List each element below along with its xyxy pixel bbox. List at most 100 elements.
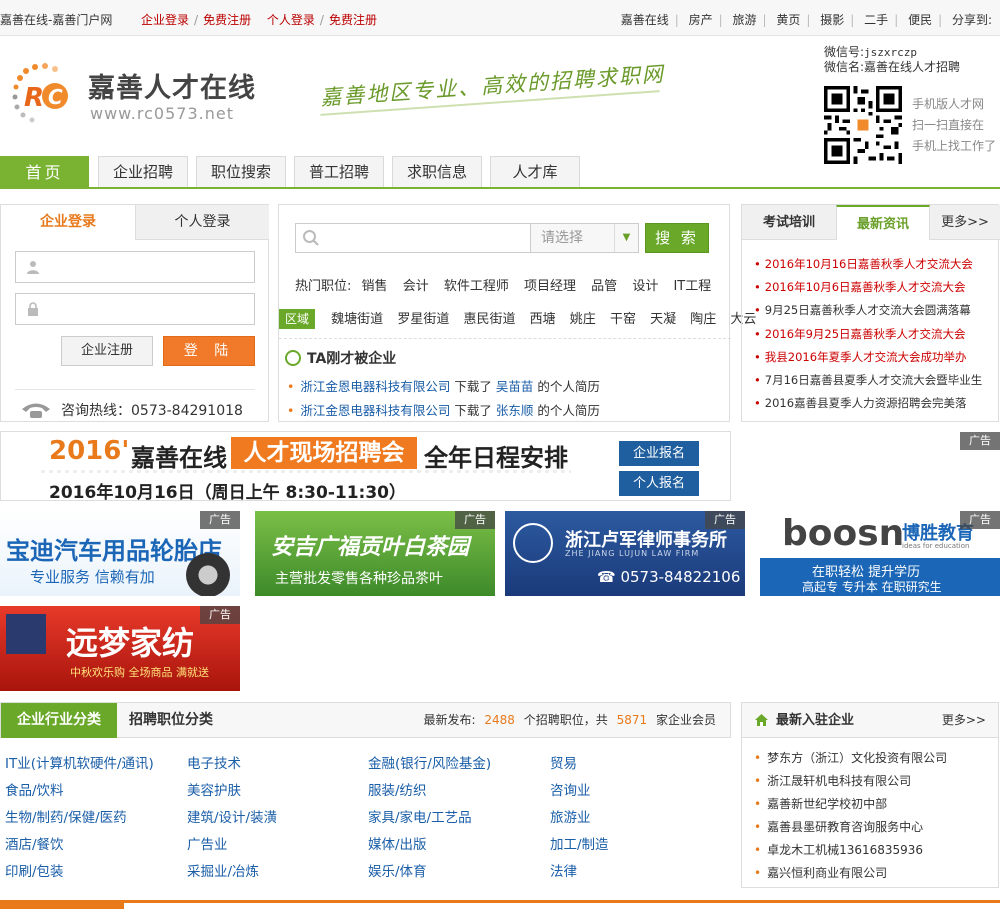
hot-job-link[interactable]: 品管 xyxy=(591,279,617,294)
username-input[interactable] xyxy=(15,251,255,283)
list-item[interactable]: • 梦东方（浙江）文化投资有限公司 xyxy=(754,747,947,770)
industry-link[interactable]: 食品/饮料 xyxy=(5,779,64,799)
top-nav-item[interactable]: 旅游 xyxy=(733,13,757,27)
logo-title[interactable]: 嘉善人才在线 xyxy=(88,66,256,105)
top-nav-item[interactable]: 黄页 xyxy=(776,13,800,27)
company-link[interactable]: 浙江金恩电器科技有限公司 xyxy=(300,403,450,418)
hot-job-link[interactable]: 会计 xyxy=(403,279,429,294)
top-nav-item[interactable]: 摄影 xyxy=(820,13,844,27)
hot-job-link[interactable]: 项目经理 xyxy=(524,279,576,294)
list-item[interactable]: • 浙江晟轩机电科技有限公司 xyxy=(754,770,947,793)
industry-link[interactable]: 家具/家电/工艺品 xyxy=(368,806,472,826)
list-item[interactable]: • 卓龙木工机械13616835936 xyxy=(754,839,947,862)
company-register-button[interactable]: 企业注册 xyxy=(61,336,153,366)
tab-latest-news[interactable]: 最新资讯 xyxy=(836,205,930,240)
top-nav-item[interactable]: 便民 xyxy=(908,13,932,27)
area-link[interactable]: 魏塘街道 xyxy=(331,312,383,327)
tab-company-login[interactable]: 企业登录 xyxy=(1,205,135,240)
personal-signup-button[interactable]: 个人报名 xyxy=(619,471,699,496)
top-nav-item[interactable]: 房产 xyxy=(689,13,713,27)
industry-link[interactable]: 酒店/餐饮 xyxy=(5,833,64,853)
industry-link[interactable]: 媒体/出版 xyxy=(368,833,427,853)
industry-link[interactable]: 美容护肤 xyxy=(187,779,241,799)
industry-link[interactable]: 采掘业/冶炼 xyxy=(187,860,259,880)
search-input[interactable] xyxy=(295,223,531,253)
industry-link[interactable]: 咨询业 xyxy=(550,779,591,799)
free-register-link[interactable]: 免费注册 xyxy=(203,13,251,27)
nav-tab-company-jobs[interactable]: 企业招聘 xyxy=(98,156,188,187)
share-label[interactable]: 分享到: xyxy=(952,13,992,27)
top-nav-item[interactable]: 二手 xyxy=(864,13,888,27)
list-item[interactable]: • 嘉善县墨研教育咨询服务中心 xyxy=(754,816,947,839)
list-item[interactable]: • 嘉兴恒利商业有限公司 xyxy=(754,862,947,885)
ad-tea-garden[interactable]: 安吉广福贡叶白茶园 主营批发零售各种珍品茶叶 广告 xyxy=(255,511,495,596)
company-signup-button[interactable]: 企业报名 xyxy=(619,441,699,466)
company-link[interactable]: 浙江晟轩机电科技有限公司 xyxy=(767,774,911,788)
industry-link[interactable]: 法律 xyxy=(550,860,577,880)
industry-link[interactable]: 广告业 xyxy=(187,833,228,853)
news-item-link[interactable]: 2016年10月16日嘉善秋季人才交流大会 xyxy=(765,257,973,271)
area-link[interactable]: 干窑 xyxy=(610,312,636,327)
person-link[interactable]: 吴苗苗 xyxy=(496,379,534,394)
company-link[interactable]: 浙江金恩电器科技有限公司 xyxy=(300,379,450,394)
search-button[interactable]: 搜 索 xyxy=(645,223,709,253)
industry-link[interactable]: 生物/制药/保健/医药 xyxy=(5,806,127,826)
nav-tab-talent-pool[interactable]: 人才库 xyxy=(490,156,580,187)
ad-tire-shop[interactable]: 宝迪汽车用品轮胎店 专业服务 信赖有加 广告 xyxy=(0,511,240,596)
tab-job-category[interactable]: 招聘职位分类 xyxy=(129,703,213,738)
job-fair-banner[interactable]: 2016' 嘉善在线 人才现场招聘会 全年日程安排 2016年10月16日（周日… xyxy=(0,431,731,503)
industry-link[interactable]: 金融(银行/风险基金) xyxy=(368,752,491,772)
nav-tab-worker-jobs[interactable]: 普工招聘 xyxy=(294,156,384,187)
tab-exam-training[interactable]: 考试培训 xyxy=(742,205,836,240)
area-link[interactable]: 姚庄 xyxy=(570,312,596,327)
password-input[interactable] xyxy=(15,293,255,325)
category-select[interactable]: 请选择 ▼ xyxy=(531,223,639,253)
news-item-link[interactable]: 9月25日嘉善秋季人才交流大会圆满落幕 xyxy=(765,303,971,317)
industry-link[interactable]: IT业(计算机软硬件/通讯) xyxy=(5,752,154,772)
new-companies-more-link[interactable]: 更多>> xyxy=(942,703,986,738)
person-link[interactable]: 张东顺 xyxy=(496,403,534,418)
nav-tab-home[interactable]: 首页 xyxy=(0,156,89,187)
area-link[interactable]: 天凝 xyxy=(650,312,676,327)
tab-personal-login[interactable]: 个人登录 xyxy=(135,205,269,240)
news-item[interactable]: • 9月25日嘉善秋季人才交流大会圆满落幕 xyxy=(754,299,998,322)
news-item-link[interactable]: 2016年10月6日嘉善秋季人才交流大会 xyxy=(765,280,966,294)
industry-link[interactable]: 建筑/设计/装潢 xyxy=(187,806,277,826)
news-item-link[interactable]: 7月16日嘉善县夏季人才交流大会暨毕业生 xyxy=(765,373,982,387)
ad-education[interactable]: boosn 博胜教育 ideas for education 在职轻松 提升学历… xyxy=(760,511,1000,596)
news-item[interactable]: • 2016年10月16日嘉善秋季人才交流大会 xyxy=(754,253,998,276)
free-register-link-2[interactable]: 免费注册 xyxy=(329,13,377,27)
industry-link[interactable]: 电子技术 xyxy=(187,752,241,772)
list-item[interactable]: • 嘉善新世纪学校初中部 xyxy=(754,793,947,816)
company-link[interactable]: 卓龙木工机械13616835936 xyxy=(767,843,923,857)
hot-job-link[interactable]: 销售 xyxy=(362,279,388,294)
area-link[interactable]: 惠民街道 xyxy=(463,312,515,327)
company-login-link[interactable]: 企业登录 xyxy=(141,13,189,27)
news-item[interactable]: • 我县2016年夏季人才交流大会成功举办 xyxy=(754,346,998,369)
chevron-down-icon[interactable]: ▼ xyxy=(614,224,638,252)
industry-link[interactable]: 服装/纺织 xyxy=(368,779,427,799)
hot-job-link[interactable]: 设计 xyxy=(632,279,658,294)
login-button[interactable]: 登 陆 xyxy=(163,336,255,366)
company-link[interactable]: 嘉兴恒利商业有限公司 xyxy=(767,866,887,880)
ad-home-textile[interactable]: 远梦家纺 中秋欢乐购 全场商品 满就送 广告 xyxy=(0,606,240,691)
area-link[interactable]: 西塘 xyxy=(530,312,556,327)
nav-tab-job-search[interactable]: 职位搜索 xyxy=(196,156,286,187)
company-link[interactable]: 梦东方（浙江）文化投资有限公司 xyxy=(767,751,947,765)
personal-login-link[interactable]: 个人登录 xyxy=(267,13,315,27)
news-item-link[interactable]: 2016年9月25日嘉善秋季人才交流大会 xyxy=(765,327,966,341)
industry-link[interactable]: 贸易 xyxy=(550,752,577,772)
site-name[interactable]: 嘉善在线-嘉善门户网 xyxy=(0,11,112,28)
company-link[interactable]: 嘉善新世纪学校初中部 xyxy=(767,797,887,811)
news-more-link[interactable]: 更多>> xyxy=(930,205,1000,240)
news-item[interactable]: • 7月16日嘉善县夏季人才交流大会暨毕业生 xyxy=(754,369,998,392)
area-link[interactable]: 罗星街道 xyxy=(397,312,449,327)
industry-link[interactable]: 旅游业 xyxy=(550,806,591,826)
news-item[interactable]: • 2016年9月25日嘉善秋季人才交流大会 xyxy=(754,323,998,346)
news-item-link[interactable]: 我县2016年夏季人才交流大会成功举办 xyxy=(765,350,967,364)
industry-link[interactable]: 印刷/包装 xyxy=(5,860,64,880)
top-nav-item[interactable]: 嘉善在线 xyxy=(621,13,669,27)
industry-link[interactable]: 加工/制造 xyxy=(550,833,609,853)
industry-link[interactable]: 娱乐/体育 xyxy=(368,860,427,880)
ad-law-firm[interactable]: 浙江卢军律师事务所 ZHE JIANG LUJUN LAW FIRM ☎ 057… xyxy=(505,511,745,596)
